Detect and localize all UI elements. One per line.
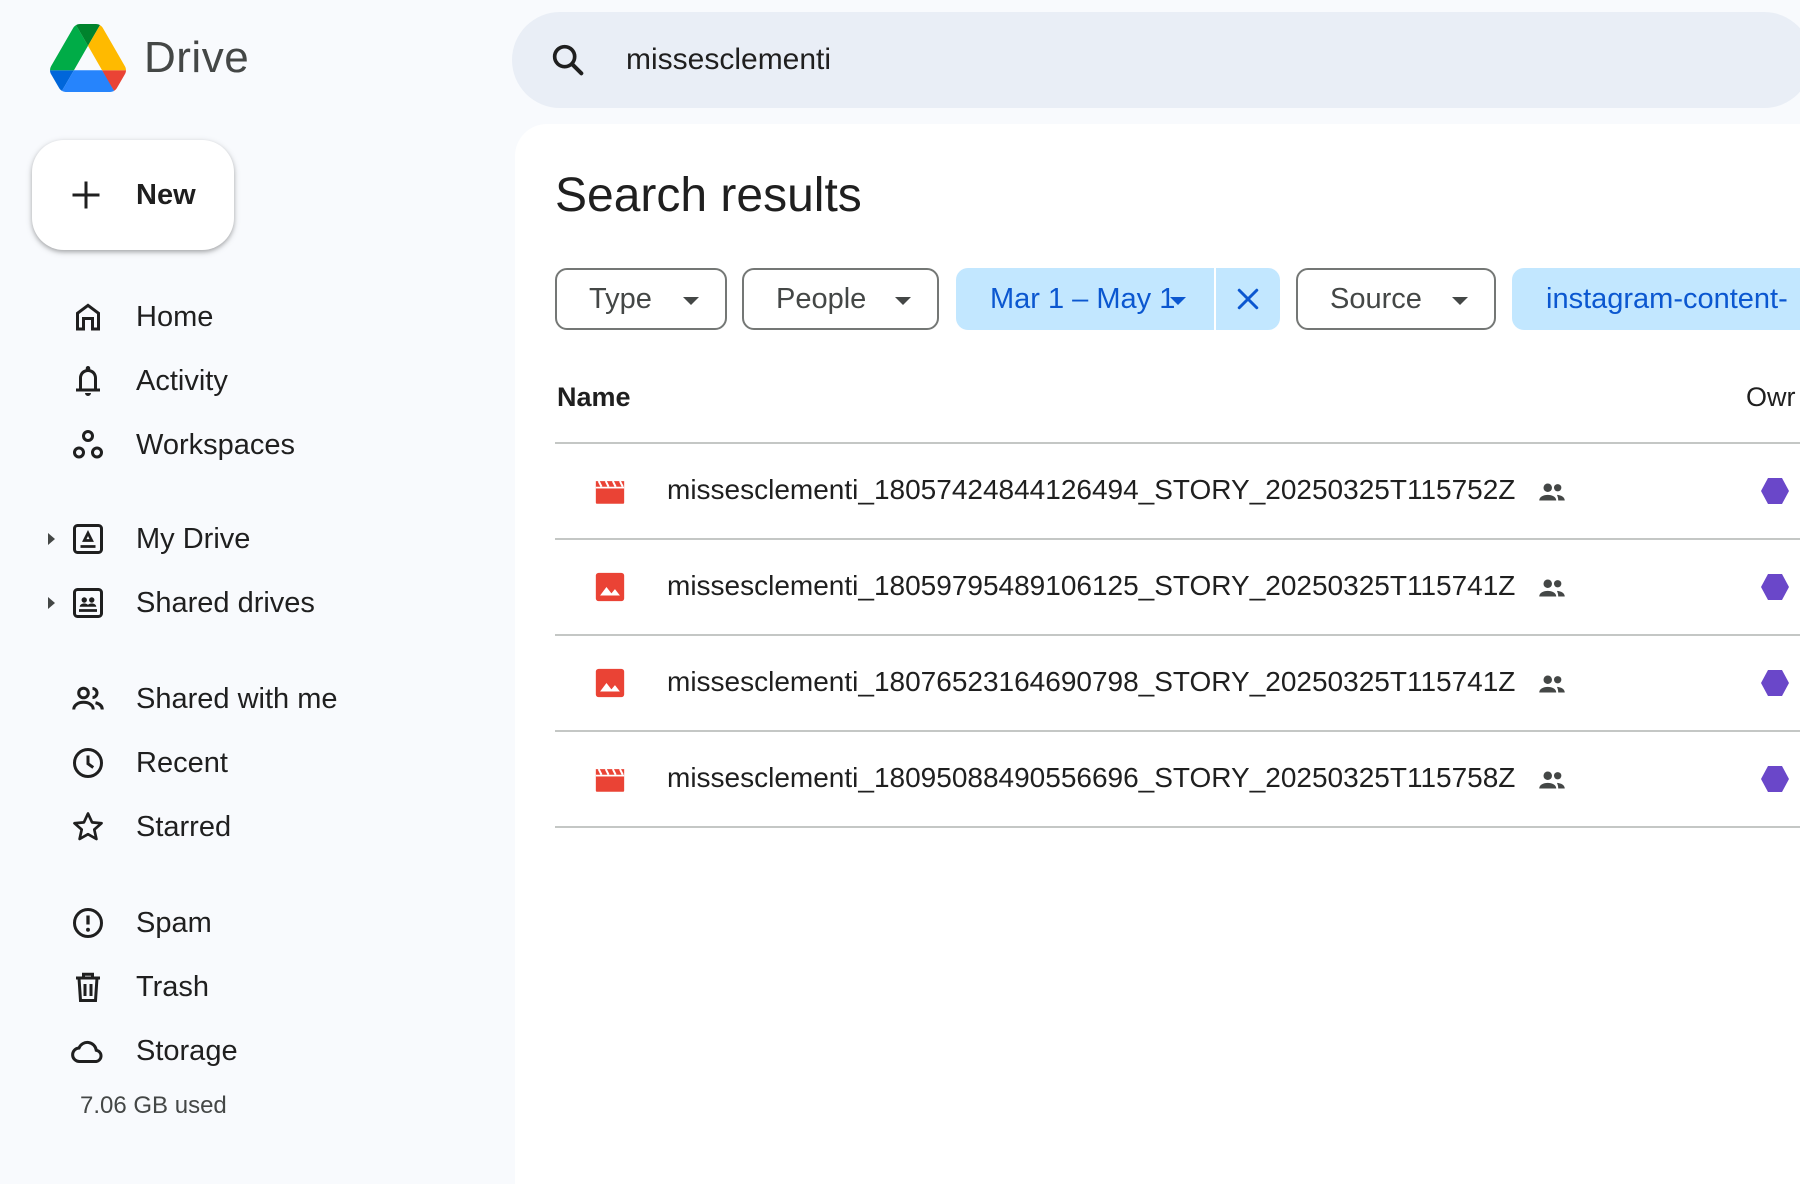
search-icon[interactable] [548, 40, 588, 80]
file-name: missesclementi_18095088490556696_STORY_2… [667, 762, 1569, 797]
filter-chip-label: instagram-content- [1546, 282, 1788, 315]
people-icon [68, 679, 108, 719]
sidebar: Drive New Home Activity Workspaces My Dr… [0, 0, 515, 1172]
sidebar-item-spam[interactable]: Spam [0, 895, 500, 951]
sidebar-item-trash[interactable]: Trash [0, 959, 500, 1015]
filter-chip-label: Mar 1 – May 1 [990, 282, 1176, 315]
filter-chip-label: Type [589, 282, 652, 315]
sidebar-item-workspaces[interactable]: Workspaces [0, 417, 500, 473]
shared-people-icon [1539, 771, 1565, 789]
plus-icon [72, 181, 100, 209]
sidebar-item-my-drive[interactable]: My Drive [0, 511, 500, 567]
shared-drives-icon [68, 583, 108, 623]
filter-chip-date[interactable]: Mar 1 – May 1 [956, 268, 1214, 330]
owner-avatar-icon [1761, 766, 1789, 792]
dropdown-arrow-icon [1452, 297, 1468, 305]
dropdown-arrow-icon [1170, 297, 1186, 305]
sidebar-item-label: Storage [136, 1034, 238, 1067]
owner-avatar-icon [1761, 670, 1789, 696]
file-name: missesclementi_18076523164690798_STORY_2… [667, 666, 1569, 701]
clock-icon [68, 743, 108, 783]
sidebar-item-label: Home [136, 300, 214, 333]
column-header-name[interactable]: Name [557, 382, 631, 413]
filter-chip-location[interactable]: instagram-content- [1512, 268, 1800, 330]
video-file-icon [595, 480, 625, 504]
drive-logo[interactable]: Drive [50, 24, 249, 92]
file-name: missesclementi_18059795489106125_STORY_2… [667, 570, 1569, 605]
sidebar-item-label: Activity [136, 364, 228, 397]
sidebar-item-label: Starred [136, 810, 232, 843]
sidebar-item-label: Workspaces [136, 428, 296, 461]
search-input[interactable]: missesclementi [626, 43, 831, 77]
workspaces-icon [68, 425, 108, 465]
image-file-icon [595, 572, 625, 602]
sidebar-item-activity[interactable]: Activity [0, 353, 500, 409]
sidebar-item-recent[interactable]: Recent [0, 735, 500, 791]
filter-chip-label: People [776, 282, 867, 315]
table-row[interactable]: missesclementi_18095088490556696_STORY_2… [555, 732, 1800, 828]
shared-people-icon [1539, 483, 1565, 501]
owner-avatar-icon [1761, 478, 1789, 504]
file-name-text: missesclementi_18076523164690798_STORY_2… [667, 666, 1516, 697]
storage-used-text: 7.06 GB used [80, 1092, 227, 1119]
clear-date-filter-button[interactable] [1216, 268, 1280, 330]
image-file-icon [595, 668, 625, 698]
expand-arrow-icon[interactable] [48, 533, 55, 545]
shared-people-icon [1539, 675, 1565, 693]
trash-icon [68, 967, 108, 1007]
spam-icon [68, 903, 108, 943]
filter-chip-type[interactable]: Type [555, 268, 727, 330]
sidebar-item-label: Recent [136, 746, 228, 779]
table-row[interactable]: missesclementi_18076523164690798_STORY_2… [555, 636, 1800, 732]
dropdown-arrow-icon [895, 297, 911, 305]
file-name: missesclementi_18057424844126494_STORY_2… [667, 474, 1569, 509]
table-row[interactable]: missesclementi_18059795489106125_STORY_2… [555, 540, 1800, 636]
table-row[interactable]: missesclementi_18057424844126494_STORY_2… [555, 444, 1800, 540]
page-title: Search results [555, 169, 862, 222]
owner-avatar-icon [1761, 574, 1789, 600]
sidebar-item-label: Shared with me [136, 682, 338, 715]
drive-logo-icon [50, 24, 126, 92]
filter-chip-source[interactable]: Source [1296, 268, 1496, 330]
close-icon [1237, 288, 1259, 310]
file-name-text: missesclementi_18057424844126494_STORY_2… [667, 474, 1516, 505]
sidebar-item-storage[interactable]: Storage [0, 1023, 500, 1079]
filter-chip-label: Source [1330, 282, 1422, 315]
new-button-label: New [136, 178, 196, 211]
sidebar-item-shared-with-me[interactable]: Shared with me [0, 671, 500, 727]
column-header-owner[interactable]: Owr [1746, 382, 1796, 413]
new-button[interactable]: New [32, 140, 234, 250]
file-name-text: missesclementi_18095088490556696_STORY_2… [667, 762, 1516, 793]
home-icon [68, 297, 108, 337]
sidebar-item-shared-drives[interactable]: Shared drives [0, 575, 500, 631]
shared-people-icon [1539, 579, 1565, 597]
app-name: Drive [144, 33, 250, 82]
cloud-icon [68, 1031, 108, 1071]
file-name-text: missesclementi_18059795489106125_STORY_2… [667, 570, 1516, 601]
sidebar-item-home[interactable]: Home [0, 289, 500, 345]
my-drive-icon [68, 519, 108, 559]
filter-chip-people[interactable]: People [742, 268, 939, 330]
sidebar-item-label: Trash [136, 970, 210, 1003]
search-bar[interactable]: missesclementi [512, 12, 1800, 108]
sidebar-item-label: My Drive [136, 522, 251, 555]
expand-arrow-icon[interactable] [48, 597, 55, 609]
sidebar-item-label: Spam [136, 906, 212, 939]
main-content: Search results Type People Mar 1 – May 1… [515, 124, 1800, 1184]
star-icon [68, 807, 108, 847]
video-file-icon [595, 768, 625, 792]
bell-icon [68, 361, 108, 401]
sidebar-item-label: Shared drives [136, 586, 315, 619]
dropdown-arrow-icon [683, 297, 699, 305]
sidebar-item-starred[interactable]: Starred [0, 799, 500, 855]
